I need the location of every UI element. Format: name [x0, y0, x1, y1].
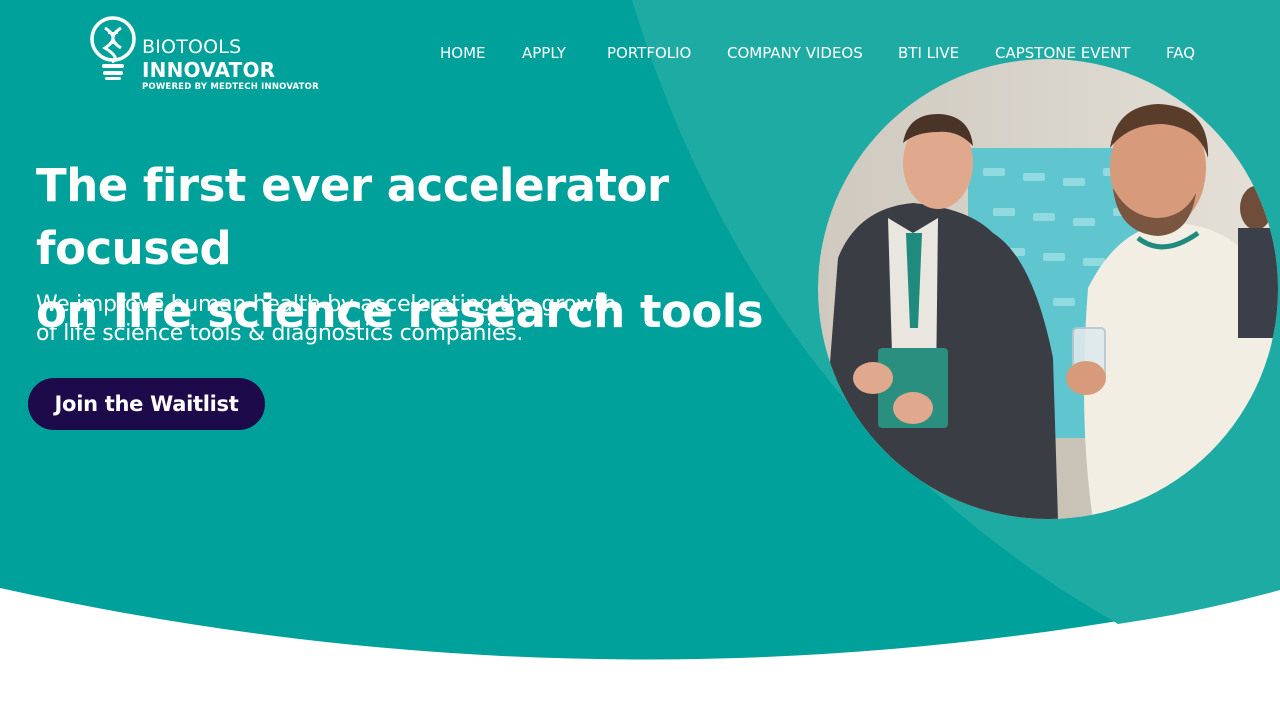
- hero-subhead-line1: We improve human health by accelerating …: [36, 292, 617, 317]
- hero-subhead-line2: of life science tools & diagnostics comp…: [36, 321, 524, 346]
- two-men-networking-photo: [818, 59, 1278, 519]
- join-waitlist-button[interactable]: Join the Waitlist: [28, 378, 265, 430]
- nav-home[interactable]: HOME: [440, 44, 486, 62]
- nav-apply[interactable]: APPLY: [522, 44, 566, 62]
- brand-tagline: POWERED BY MEDTECH INNOVATOR: [142, 82, 319, 92]
- nav-portfolio[interactable]: PORTFOLIO: [607, 44, 691, 62]
- hero-headline-line1: The first ever accelerator focused: [36, 159, 669, 275]
- hero-subhead: We improve human health by accelerating …: [36, 290, 656, 348]
